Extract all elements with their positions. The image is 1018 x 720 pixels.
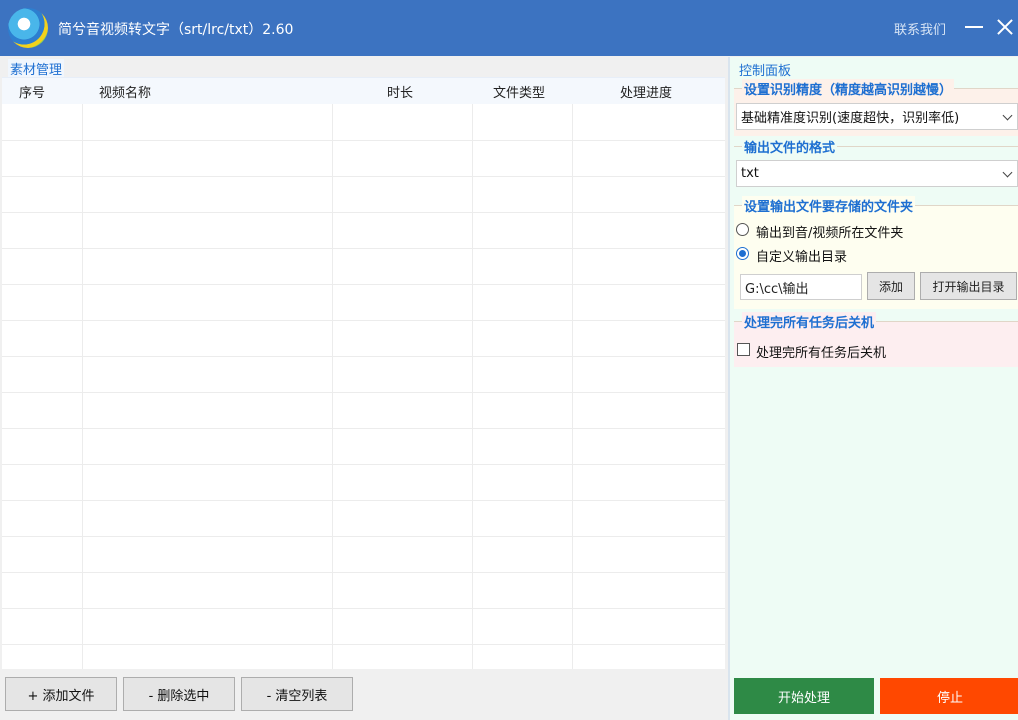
column-header-progress[interactable]: 处理进度 (620, 82, 672, 101)
material-group-label: 素材管理 (8, 59, 65, 78)
output-custom-folder-radio[interactable] (736, 247, 749, 260)
table-row-divider (2, 500, 725, 501)
table-row-divider (2, 644, 725, 645)
column-divider (332, 104, 333, 669)
table-row-divider (2, 572, 725, 573)
column-divider (82, 104, 83, 669)
precision-select-value: 基础精准度识别(速度超快，识别率低) (741, 111, 960, 126)
table-row-divider (2, 608, 725, 609)
material-panel: 素材管理 序号 视频名称 时长 文件类型 处理进度 + 添加文件 - 删除选中 … (0, 57, 727, 720)
app-logo-icon (8, 8, 48, 48)
output-source-folder-radio[interactable] (736, 223, 749, 236)
delete-selected-button[interactable]: - 删除选中 (123, 677, 235, 711)
format-section-label: 输出文件的格式 (742, 137, 838, 156)
table-row-divider (2, 536, 725, 537)
table-row-divider (2, 320, 725, 321)
close-icon[interactable] (994, 14, 1016, 40)
chevron-down-icon (1002, 167, 1013, 178)
table-row-divider (2, 212, 725, 213)
format-select-value: txt (741, 166, 759, 181)
title-bar: 简兮音视频转文字（srt/lrc/txt）2.60 联系我们 (0, 0, 1018, 56)
output-path-input[interactable]: G:\cc\输出 (740, 274, 862, 300)
output-source-folder-label[interactable]: 输出到音/视频所在文件夹 (756, 222, 903, 241)
output-folder-section: 设置输出文件要存储的文件夹 输出到音/视频所在文件夹 自定义输出目录 G:\cc… (734, 196, 1018, 309)
control-panel-title: 控制面板 (739, 64, 792, 79)
control-panel: 控制面板 设置识别精度（精度越高识别越慢） 基础精准度识别(速度超快，识别率低)… (728, 57, 1018, 720)
precision-section-label: 设置识别精度（精度越高识别越慢） (742, 79, 955, 98)
output-folder-section-label: 设置输出文件要存储的文件夹 (742, 196, 916, 215)
column-divider (472, 104, 473, 669)
add-folder-button[interactable]: 添加 (867, 272, 915, 300)
column-header-duration[interactable]: 时长 (387, 82, 413, 101)
column-header-name[interactable]: 视频名称 (99, 82, 151, 101)
table-header: 序号 视频名称 时长 文件类型 处理进度 (2, 78, 725, 104)
format-select[interactable]: txt (736, 160, 1018, 187)
table-row-divider (2, 284, 725, 285)
output-custom-folder-label[interactable]: 自定义输出目录 (756, 246, 847, 265)
stop-button[interactable]: 停止 (880, 678, 1018, 714)
open-output-folder-button[interactable]: 打开输出目录 (920, 272, 1017, 300)
table-row-divider (2, 140, 725, 141)
table-row-divider (2, 248, 725, 249)
column-header-index[interactable]: 序号 (19, 82, 45, 101)
minimize-icon[interactable] (965, 14, 985, 38)
table-row-divider (2, 428, 725, 429)
column-divider (572, 104, 573, 669)
shutdown-section-label: 处理完所有任务后关机 (742, 312, 877, 331)
table-row-divider (2, 356, 725, 357)
precision-select[interactable]: 基础精准度识别(速度超快，识别率低) (736, 103, 1018, 130)
clear-list-button[interactable]: - 清空列表 (241, 677, 353, 711)
chevron-down-icon (1002, 110, 1013, 121)
window-title: 简兮音视频转文字（srt/lrc/txt）2.60 (58, 22, 294, 38)
contact-us-link[interactable]: 联系我们 (894, 19, 946, 38)
start-processing-button[interactable]: 开始处理 (734, 678, 874, 714)
table-row-divider (2, 176, 725, 177)
add-file-button[interactable]: + 添加文件 (5, 677, 117, 711)
column-header-file-type[interactable]: 文件类型 (493, 82, 545, 101)
shutdown-checkbox-label[interactable]: 处理完所有任务后关机 (756, 342, 886, 361)
table-row-divider (2, 392, 725, 393)
format-section: 输出文件的格式 txt (734, 137, 1018, 192)
table-row-divider (2, 464, 725, 465)
file-table[interactable]: 序号 视频名称 时长 文件类型 处理进度 (2, 77, 725, 669)
shutdown-section: 处理完所有任务后关机 处理完所有任务后关机 (734, 312, 1018, 367)
precision-section: 设置识别精度（精度越高识别越慢） 基础精准度识别(速度超快，识别率低) (734, 79, 1018, 136)
shutdown-checkbox[interactable] (737, 343, 750, 356)
